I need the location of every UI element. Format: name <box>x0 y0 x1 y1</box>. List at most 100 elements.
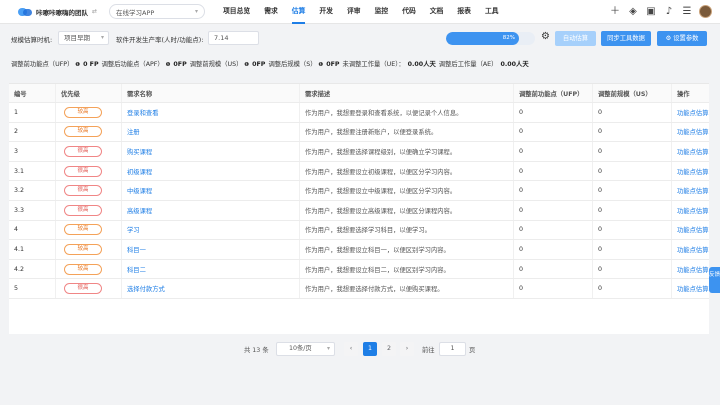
function-point-estimate-link[interactable]: 功能点估算 <box>677 167 708 176</box>
row-id: 3.3 <box>9 201 56 220</box>
row-id: 4.1 <box>9 240 56 259</box>
requirement-name-link[interactable]: 中级课程 <box>127 186 152 195</box>
requirement-name-link[interactable]: 初级课程 <box>127 167 152 176</box>
row-id: 3 <box>9 142 56 161</box>
team-switch-icon[interactable]: ⇄ <box>92 8 97 15</box>
info-icon[interactable]: ❶ <box>242 62 249 68</box>
requirement-name-link[interactable]: 科目二 <box>127 265 146 274</box>
row-action: 功能点估算 <box>672 279 709 298</box>
page-button-2[interactable]: 2 <box>382 342 396 356</box>
function-point-estimate-link[interactable]: 功能点估算 <box>677 265 708 274</box>
info-icon[interactable]: ❶ <box>317 62 323 68</box>
summary-label: 调整前功能点（UFP） <box>11 61 74 68</box>
nav-tab-9[interactable]: 工具 <box>485 0 499 24</box>
function-point-estimate-link[interactable]: 功能点估算 <box>677 206 708 215</box>
table-header-row: 编号 优先级 需求名称 需求描述 调整前功能点（UFP） 调整前规模（US） 操… <box>9 84 709 103</box>
timing-select[interactable]: 项目早期 ▾ <box>58 31 109 45</box>
briefcase-icon[interactable]: ▣ <box>645 6 657 18</box>
row-description: 作为用户，我想要注册新账户，以便登录系统。 <box>300 122 514 142</box>
row-us: 0 <box>593 181 672 200</box>
gear-icon[interactable]: ⚙ <box>541 31 550 42</box>
info-icon[interactable]: ❶ <box>164 62 170 68</box>
row-ufp: 0 <box>514 220 593 240</box>
set-params-button[interactable]: ⚙ 设置参数 <box>657 31 707 46</box>
nav-tab-7[interactable]: 文档 <box>430 0 444 24</box>
requirement-name-link[interactable]: 购买课程 <box>127 147 152 156</box>
requirement-name-link[interactable]: 高级课程 <box>127 206 152 215</box>
function-point-estimate-link[interactable]: 功能点估算 <box>677 127 708 136</box>
row-ufp: 0 <box>514 201 593 220</box>
table-row: 2 较高 注册 作为用户，我想要注册新账户，以便登录系统。 0 0 功能点估算 <box>9 122 709 143</box>
avatar[interactable] <box>699 5 712 18</box>
requirement-name-link[interactable]: 学习 <box>127 225 140 234</box>
feedback-button[interactable]: 反馈 <box>709 267 720 293</box>
row-action: 功能点估算 <box>672 162 709 181</box>
estimate-progress-bar: 82% <box>446 32 535 45</box>
prev-page-button[interactable]: ‹ <box>344 342 358 356</box>
column-header-desc: 需求描述 <box>300 84 514 102</box>
nav-tab-5[interactable]: 监控 <box>375 0 389 24</box>
function-point-estimate-link[interactable]: 功能点估算 <box>677 147 708 156</box>
goto-page-input[interactable]: 1 <box>439 342 466 356</box>
main-nav: 项目总览 需求 估算 开发 评审 监控 代码 文档 报表 工具 <box>223 0 513 24</box>
requirement-name-link[interactable]: 选择付款方式 <box>127 284 165 293</box>
function-point-estimate-link[interactable]: 功能点估算 <box>677 186 708 195</box>
row-action: 功能点估算 <box>672 123 709 142</box>
pagination-total: 共 13 条 <box>244 347 269 354</box>
next-page-button[interactable]: › <box>400 342 414 356</box>
row-priority: 较高 <box>56 103 122 122</box>
row-ufp: 0 <box>514 259 593 279</box>
row-description: 作为用户，我想要设立高级课程，以便区分课程内容。 <box>300 201 514 220</box>
function-point-estimate-link[interactable]: 功能点估算 <box>677 225 708 234</box>
row-name: 初级课程 <box>122 161 300 181</box>
team-logo-icon <box>18 7 32 17</box>
summary-label: 未调整工作量（UE）： <box>342 61 405 68</box>
function-point-estimate-link[interactable]: 功能点估算 <box>677 284 708 293</box>
page-size-select[interactable]: 10条/页 ▾ <box>276 342 335 356</box>
info-icon[interactable]: ❶ <box>73 62 80 68</box>
row-priority: 很高 <box>56 142 122 161</box>
column-header-id: 编号 <box>9 84 56 102</box>
row-priority: 较高 <box>56 259 122 279</box>
nav-tab-2[interactable]: 估算 <box>291 0 305 24</box>
row-us: 0 <box>593 103 672 122</box>
progress-fill: 82% <box>446 32 519 45</box>
nav-tab-3[interactable]: 开发 <box>319 0 333 24</box>
sync-tool-data-button[interactable]: 同步工具数据 <box>601 31 651 46</box>
function-point-estimate-link[interactable]: 功能点估算 <box>677 108 708 117</box>
settings-sliders-icon[interactable]: ☰ <box>681 6 693 18</box>
requirement-name-link[interactable]: 科目一 <box>127 245 146 254</box>
table-row: 1 较高 登录和查看 作为用户，我想要登录和查看系统，以便记录个人信息。 0 0 功能点估算 <box>9 103 709 123</box>
nav-tab-1[interactable]: 需求 <box>264 0 278 24</box>
row-us: 0 <box>593 142 672 161</box>
priority-badge: 很高 <box>64 283 102 295</box>
row-name: 科目二 <box>122 259 300 279</box>
requirement-name-link[interactable]: 注册 <box>127 127 140 136</box>
priority-badge: 很高 <box>64 204 102 216</box>
function-point-estimate-link[interactable]: 功能点估算 <box>677 245 708 254</box>
page-button-1[interactable]: 1 <box>363 342 377 356</box>
auto-estimate-button[interactable]: 自动估算 <box>555 31 596 46</box>
row-ufp: 0 <box>514 103 593 122</box>
row-priority: 很高 <box>56 181 122 200</box>
bell-icon[interactable]: ♪ <box>663 6 675 18</box>
layers-icon[interactable]: ◈ <box>627 6 639 18</box>
row-name: 高级课程 <box>122 201 300 220</box>
requirement-name-link[interactable]: 登录和查看 <box>127 108 158 117</box>
chevron-down-icon: ▾ <box>100 34 104 41</box>
row-id: 4 <box>9 220 56 240</box>
project-select[interactable]: 在线学习APP ▾ <box>109 4 206 19</box>
nav-tab-4[interactable]: 评审 <box>347 0 361 24</box>
row-action: 功能点估算 <box>672 240 709 259</box>
nav-tab-0[interactable]: 项目总览 <box>223 0 250 24</box>
summary-label: 调整后功能点（APF） <box>101 61 164 68</box>
rate-input[interactable]: 7.14 <box>208 31 259 45</box>
rate-label: 软件开发生产率(人时/功能点): <box>116 36 204 44</box>
nav-tab-8[interactable]: 报表 <box>457 0 471 24</box>
table-row: 4 较高 学习 作为用户，我想要选择学习科目，以便学习。 0 0 功能点估算 <box>9 220 709 241</box>
nav-tab-6[interactable]: 代码 <box>402 0 416 24</box>
add-icon[interactable]: ＋ <box>609 6 621 18</box>
summary-value: 0FP <box>173 61 187 68</box>
priority-badge: 较高 <box>64 224 102 236</box>
team-name[interactable]: 咔嚓咔嚓嗨的团队 <box>36 7 88 17</box>
